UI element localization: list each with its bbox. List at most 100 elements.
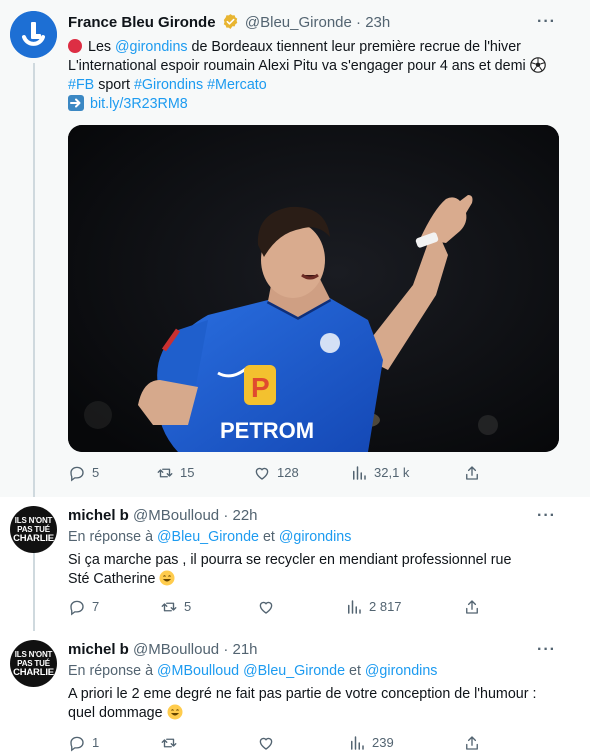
- separator-dot: ·: [356, 14, 362, 31]
- text-span: et: [345, 663, 365, 679]
- tweet-text-line-2: Sté Catherine: [68, 570, 175, 589]
- action-bar: 1 239: [68, 734, 538, 754]
- heart-icon: [259, 601, 273, 614]
- text-span: sport: [94, 77, 134, 93]
- text-span: quel dommage: [68, 705, 163, 721]
- views-count: 32,1 k: [374, 465, 410, 480]
- author-handle[interactable]: @MBoulloud: [133, 507, 219, 524]
- avatar-text: ILS N'ONT: [14, 650, 53, 659]
- retweet-button[interactable]: 5: [160, 598, 191, 616]
- text-span: En réponse à: [68, 663, 158, 679]
- share-button[interactable]: [463, 598, 481, 616]
- share-icon: [466, 600, 478, 614]
- action-bar: 5 15 128 32,1 k: [68, 464, 538, 484]
- mention-link[interactable]: @girondins: [279, 529, 352, 545]
- views-bars-icon: [353, 466, 366, 480]
- author-handle[interactable]: @MBoulloud: [133, 641, 219, 658]
- tweet-text-line-3: #FB sport #Girondins #Mercato: [68, 76, 267, 95]
- text-span: Les: [88, 39, 116, 55]
- tweet-photo[interactable]: P PETROM: [68, 125, 559, 452]
- soccer-ball-icon: [529, 57, 546, 73]
- text-span: Sté Catherine: [68, 571, 156, 587]
- mention-link[interactable]: @girondins: [365, 663, 438, 679]
- share-button[interactable]: [463, 734, 481, 752]
- text-span: L'international espoir roumain Alexi Pit…: [68, 58, 526, 74]
- author-name[interactable]: michel b: [68, 641, 129, 658]
- views-bars-icon: [351, 736, 364, 750]
- footballer-photo: P PETROM: [68, 125, 559, 452]
- reply-count: 1: [92, 735, 100, 750]
- author-handle[interactable]: @Bleu_Gironde: [245, 14, 352, 31]
- like-button[interactable]: 128: [253, 464, 299, 482]
- retweet-count: 5: [184, 599, 192, 614]
- author-name[interactable]: michel b: [68, 507, 129, 524]
- like-button[interactable]: [257, 598, 281, 616]
- avatar[interactable]: ILS N'ONT PAS TUÉ CHARLIE: [10, 506, 57, 553]
- avatar[interactable]: [10, 11, 57, 58]
- url-link[interactable]: bit.ly/3R23RM8: [90, 96, 188, 112]
- heart-icon: [259, 737, 273, 750]
- retweet-button[interactable]: [160, 734, 184, 752]
- france-bleu-logo-icon: [10, 11, 57, 58]
- mention-link[interactable]: @girondins: [115, 39, 188, 55]
- mention-link[interactable]: @Bleu_Gironde: [243, 663, 345, 679]
- timestamp[interactable]: 22h: [232, 507, 257, 524]
- tweet-header: michel b @MBoulloud · 21h: [68, 641, 258, 658]
- separator-dot: ·: [223, 641, 229, 658]
- svg-text:P: P: [251, 372, 270, 403]
- avatar-text: CHARLIE: [13, 667, 54, 678]
- author-name[interactable]: France Bleu Gironde: [68, 14, 216, 31]
- tweet-text-line-4: bit.ly/3R23RM8: [68, 95, 188, 114]
- tweet-text-line-1: A priori le 2 eme degré ne fait pas part…: [68, 686, 537, 702]
- timestamp[interactable]: 23h: [365, 14, 390, 31]
- retweet-icon: [161, 738, 177, 748]
- views-button[interactable]: 239: [348, 734, 394, 752]
- tweet-text-line-1: Les @girondins de Bordeaux tiennent leur…: [68, 38, 521, 57]
- jersey-sponsor-text: PETROM: [220, 418, 314, 443]
- share-icon: [466, 466, 478, 480]
- text-span: En réponse à: [68, 529, 158, 545]
- avatar-text: CHARLIE: [13, 533, 54, 544]
- mention-link[interactable]: @MBoulloud: [157, 663, 239, 679]
- more-options-button[interactable]: ···: [537, 507, 556, 525]
- thread-line: [33, 552, 35, 631]
- retweet-icon: [161, 602, 177, 612]
- more-options-button[interactable]: ···: [537, 13, 556, 31]
- replying-to: En réponse à @MBoulloud @Bleu_Gironde et…: [68, 662, 437, 681]
- tweet-text-line-2: quel dommage: [68, 704, 183, 723]
- retweet-count: 15: [180, 465, 195, 480]
- more-options-button[interactable]: ···: [537, 641, 556, 659]
- reply-button[interactable]: 1: [68, 734, 99, 752]
- reply-button[interactable]: 7: [68, 598, 99, 616]
- tweet-text-line-1: Si ça marche pas , il pourra se recycler…: [68, 552, 512, 568]
- tweet-header: michel b @MBoulloud · 22h: [68, 507, 258, 524]
- retweet-button[interactable]: 15: [156, 464, 194, 482]
- separator-dot: ·: [223, 507, 229, 524]
- hashtag-link[interactable]: #FB: [68, 77, 94, 93]
- reply-icon: [70, 600, 84, 616]
- views-bars-icon: [348, 600, 361, 614]
- text-span: de Bordeaux tiennent leur première recru…: [187, 39, 521, 55]
- views-button[interactable]: 2 817: [345, 598, 402, 616]
- hashtag-link[interactable]: #Girondins: [134, 77, 203, 93]
- reply-tweet[interactable]: ILS N'ONT PAS TUÉ CHARLIE michel b @MBou…: [0, 631, 590, 756]
- share-button[interactable]: [463, 464, 481, 482]
- mention-link[interactable]: @Bleu_Gironde: [157, 529, 259, 545]
- like-button[interactable]: [257, 734, 281, 752]
- thread-line: [33, 63, 35, 497]
- views-button[interactable]: 32,1 k: [350, 464, 409, 482]
- hashtag-link[interactable]: #Mercato: [207, 77, 267, 93]
- grinning-face-icon: [167, 704, 183, 720]
- timestamp[interactable]: 21h: [232, 641, 257, 658]
- tweet-text-line-2: L'international espoir roumain Alexi Pit…: [68, 57, 546, 76]
- reply-count: 5: [92, 465, 100, 480]
- reply-tweet[interactable]: ILS N'ONT PAS TUÉ CHARLIE michel b @MBou…: [0, 497, 590, 631]
- avatar[interactable]: ILS N'ONT PAS TUÉ CHARLIE: [10, 640, 57, 687]
- reply-count: 7: [92, 599, 100, 614]
- right-arrow-box-icon: [68, 95, 84, 111]
- verified-badge-icon: [223, 14, 238, 29]
- reply-button[interactable]: 5: [68, 464, 99, 482]
- share-icon: [466, 736, 478, 750]
- reply-icon: [70, 466, 84, 482]
- tweet-main[interactable]: France Bleu Gironde @Bleu_Gironde · 23h …: [0, 0, 590, 497]
